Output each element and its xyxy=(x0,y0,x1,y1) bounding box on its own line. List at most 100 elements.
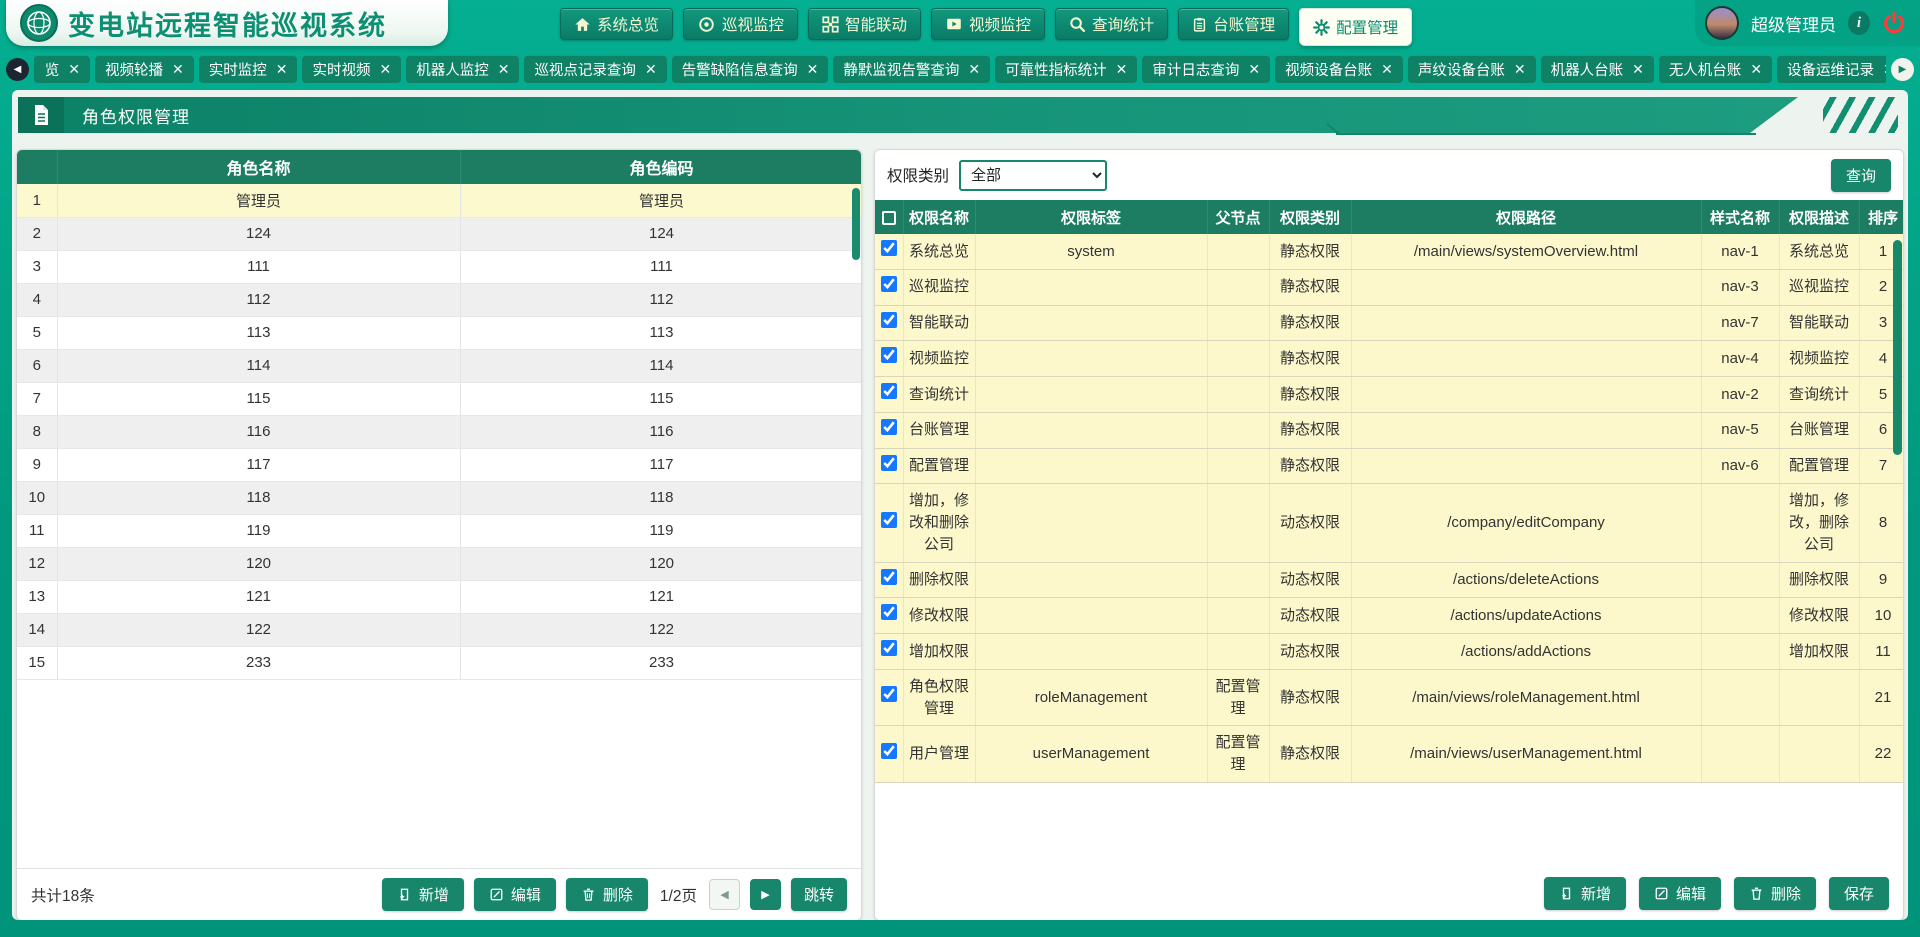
role-row-1[interactable]: 1管理员管理员 xyxy=(17,184,862,217)
role-row-6[interactable]: 6114114 xyxy=(17,349,862,382)
avatar[interactable] xyxy=(1705,6,1739,40)
tab-6[interactable]: 巡视点记录查询✕ xyxy=(524,55,666,83)
role-edit-button[interactable]: 编辑 xyxy=(474,878,556,911)
permission-row-10[interactable]: 修改权限动态权限/actions/updateActions修改权限10 xyxy=(875,598,1904,634)
tab-close-icon[interactable]: ✕ xyxy=(498,62,510,76)
role-row-5[interactable]: 5113113 xyxy=(17,316,862,349)
prev-page-button[interactable]: ◀ xyxy=(709,879,740,910)
role-row-7[interactable]: 7115115 xyxy=(17,382,862,415)
tab-close-icon[interactable]: ✕ xyxy=(172,62,184,76)
role-row-15[interactable]: 15233233 xyxy=(17,646,862,679)
select-all-checkbox[interactable] xyxy=(882,211,896,225)
tab-11[interactable]: 视频设备台账✕ xyxy=(1275,55,1403,83)
permission-checkbox[interactable] xyxy=(881,640,897,656)
roles-scrollbar-thumb[interactable] xyxy=(852,188,860,260)
tab-close-icon[interactable]: ✕ xyxy=(1632,62,1644,76)
tab-2[interactable]: 视频轮播✕ xyxy=(95,55,194,83)
jump-page-button[interactable]: 跳转 xyxy=(791,878,847,911)
permission-checkbox[interactable] xyxy=(881,383,897,399)
permission-row-7[interactable]: 配置管理静态权限nav-6配置管理7 xyxy=(875,448,1904,484)
tab-close-icon[interactable]: ✕ xyxy=(1381,62,1393,76)
info-icon[interactable]: i xyxy=(1848,11,1870,35)
nav-button-4[interactable]: 视频监控 xyxy=(931,8,1045,40)
next-page-button[interactable]: ▶ xyxy=(750,879,781,910)
permission-checkbox[interactable] xyxy=(881,240,897,256)
permission-checkbox[interactable] xyxy=(881,419,897,435)
permission-checkbox[interactable] xyxy=(881,686,897,702)
tab-7[interactable]: 告警缺陷信息查询✕ xyxy=(672,55,829,83)
role-row-10[interactable]: 10118118 xyxy=(17,481,862,514)
tab-12[interactable]: 声纹设备台账✕ xyxy=(1408,55,1536,83)
tab-close-icon[interactable]: ✕ xyxy=(68,62,80,76)
role-row-11[interactable]: 11119119 xyxy=(17,514,862,547)
tab-1[interactable]: 览✕ xyxy=(34,55,90,83)
tab-close-icon[interactable]: ✕ xyxy=(1514,62,1526,76)
tab-3[interactable]: 实时监控✕ xyxy=(199,55,298,83)
permission-row-13[interactable]: 用户管理userManagement配置管理静态权限/main/views/us… xyxy=(875,726,1904,783)
role-row-12[interactable]: 12120120 xyxy=(17,547,862,580)
permission-checkbox[interactable] xyxy=(881,512,897,528)
permission-row-2[interactable]: 巡视监控静态权限nav-3巡视监控2 xyxy=(875,269,1904,305)
permission-add-button[interactable]: 新增 xyxy=(1544,877,1626,910)
role-row-14[interactable]: 14122122 xyxy=(17,613,862,646)
permission-style-cell: nav-7 xyxy=(1701,305,1779,341)
role-row-2[interactable]: 2124124 xyxy=(17,217,862,250)
permission-row-6[interactable]: 台账管理静态权限nav-5台账管理6 xyxy=(875,412,1904,448)
nav-button-2[interactable]: 巡视监控 xyxy=(683,8,798,40)
power-logout-icon[interactable] xyxy=(1882,11,1906,35)
tab-5[interactable]: 机器人监控✕ xyxy=(406,55,519,83)
tab-13[interactable]: 机器人台账✕ xyxy=(1541,55,1654,83)
tab-close-icon[interactable]: ✕ xyxy=(1248,62,1260,76)
permission-row-4[interactable]: 视频监控静态权限nav-4视频监控4 xyxy=(875,341,1904,377)
tab-close-icon[interactable]: ✕ xyxy=(1883,62,1886,76)
permission-row-12[interactable]: 角色权限管理roleManagement配置管理静态权限/main/views/… xyxy=(875,669,1904,726)
tab-8[interactable]: 静默监视告警查询✕ xyxy=(833,55,990,83)
tab-close-icon[interactable]: ✕ xyxy=(968,62,980,76)
permission-checkbox[interactable] xyxy=(881,347,897,363)
permission-checkbox[interactable] xyxy=(881,604,897,620)
tabs-scroll-left-icon[interactable]: ◀ xyxy=(6,58,29,81)
tab-close-icon[interactable]: ✕ xyxy=(1750,62,1762,76)
permission-checkbox[interactable] xyxy=(881,569,897,585)
tab-close-icon[interactable]: ✕ xyxy=(379,62,391,76)
permission-edit-button[interactable]: 编辑 xyxy=(1639,877,1721,910)
tab-10[interactable]: 审计日志查询✕ xyxy=(1142,55,1270,83)
permission-row-11[interactable]: 增加权限动态权限/actions/addActions增加权限11 xyxy=(875,634,1904,670)
role-row-4[interactable]: 4112112 xyxy=(17,283,862,316)
nav-button-5[interactable]: 查询统计 xyxy=(1055,8,1168,40)
permission-checkbox[interactable] xyxy=(881,455,897,471)
nav-button-6[interactable]: 台账管理 xyxy=(1178,8,1289,40)
permission-checkbox[interactable] xyxy=(881,312,897,328)
role-row-9[interactable]: 9117117 xyxy=(17,448,862,481)
tab-close-icon[interactable]: ✕ xyxy=(807,62,819,76)
role-delete-button[interactable]: 删除 xyxy=(566,878,648,911)
tabs-scroll-right-icon[interactable]: ▶ xyxy=(1891,58,1914,81)
tab-9[interactable]: 可靠性指标统计✕ xyxy=(995,55,1137,83)
permission-type-select[interactable]: 全部 xyxy=(959,160,1107,191)
permission-checkbox[interactable] xyxy=(881,276,897,292)
tab-close-icon[interactable]: ✕ xyxy=(645,62,657,76)
permission-row-9[interactable]: 删除权限动态权限/actions/deleteActions删除权限9 xyxy=(875,562,1904,598)
permission-row-5[interactable]: 查询统计静态权限nav-2查询统计5 xyxy=(875,377,1904,413)
nav-button-1[interactable]: 系统总览 xyxy=(560,8,673,40)
permission-row-3[interactable]: 智能联动静态权限nav-7智能联动3 xyxy=(875,305,1904,341)
tab-14[interactable]: 无人机台账✕ xyxy=(1659,55,1772,83)
role-add-button[interactable]: 新增 xyxy=(382,878,464,911)
tab-close-icon[interactable]: ✕ xyxy=(276,62,288,76)
role-row-13[interactable]: 13121121 xyxy=(17,580,862,613)
save-button[interactable]: 保存 xyxy=(1829,877,1889,910)
tab-15[interactable]: 设备运维记录✕ xyxy=(1777,55,1886,83)
roles-footer: 共计18条 新增 编辑 删除 1/2页 ◀ ▶ 跳转 xyxy=(17,868,861,920)
role-row-8[interactable]: 8116116 xyxy=(17,415,862,448)
search-button[interactable]: 查询 xyxy=(1831,159,1891,192)
permission-delete-button[interactable]: 删除 xyxy=(1734,877,1816,910)
tab-close-icon[interactable]: ✕ xyxy=(1116,62,1128,76)
nav-button-3[interactable]: 智能联动 xyxy=(808,8,921,40)
permission-row-8[interactable]: 增加，修改和删除公司动态权限/company/editCompany增加，修改，… xyxy=(875,484,1904,562)
permissions-scrollbar-thumb[interactable] xyxy=(1893,240,1902,455)
role-row-3[interactable]: 3111111 xyxy=(17,250,862,283)
tab-4[interactable]: 实时视频✕ xyxy=(302,55,401,83)
nav-button-7[interactable]: 配置管理 xyxy=(1299,8,1412,46)
permission-checkbox[interactable] xyxy=(881,743,897,759)
permission-row-1[interactable]: 系统总览system静态权限/main/views/systemOverview… xyxy=(875,234,1904,269)
